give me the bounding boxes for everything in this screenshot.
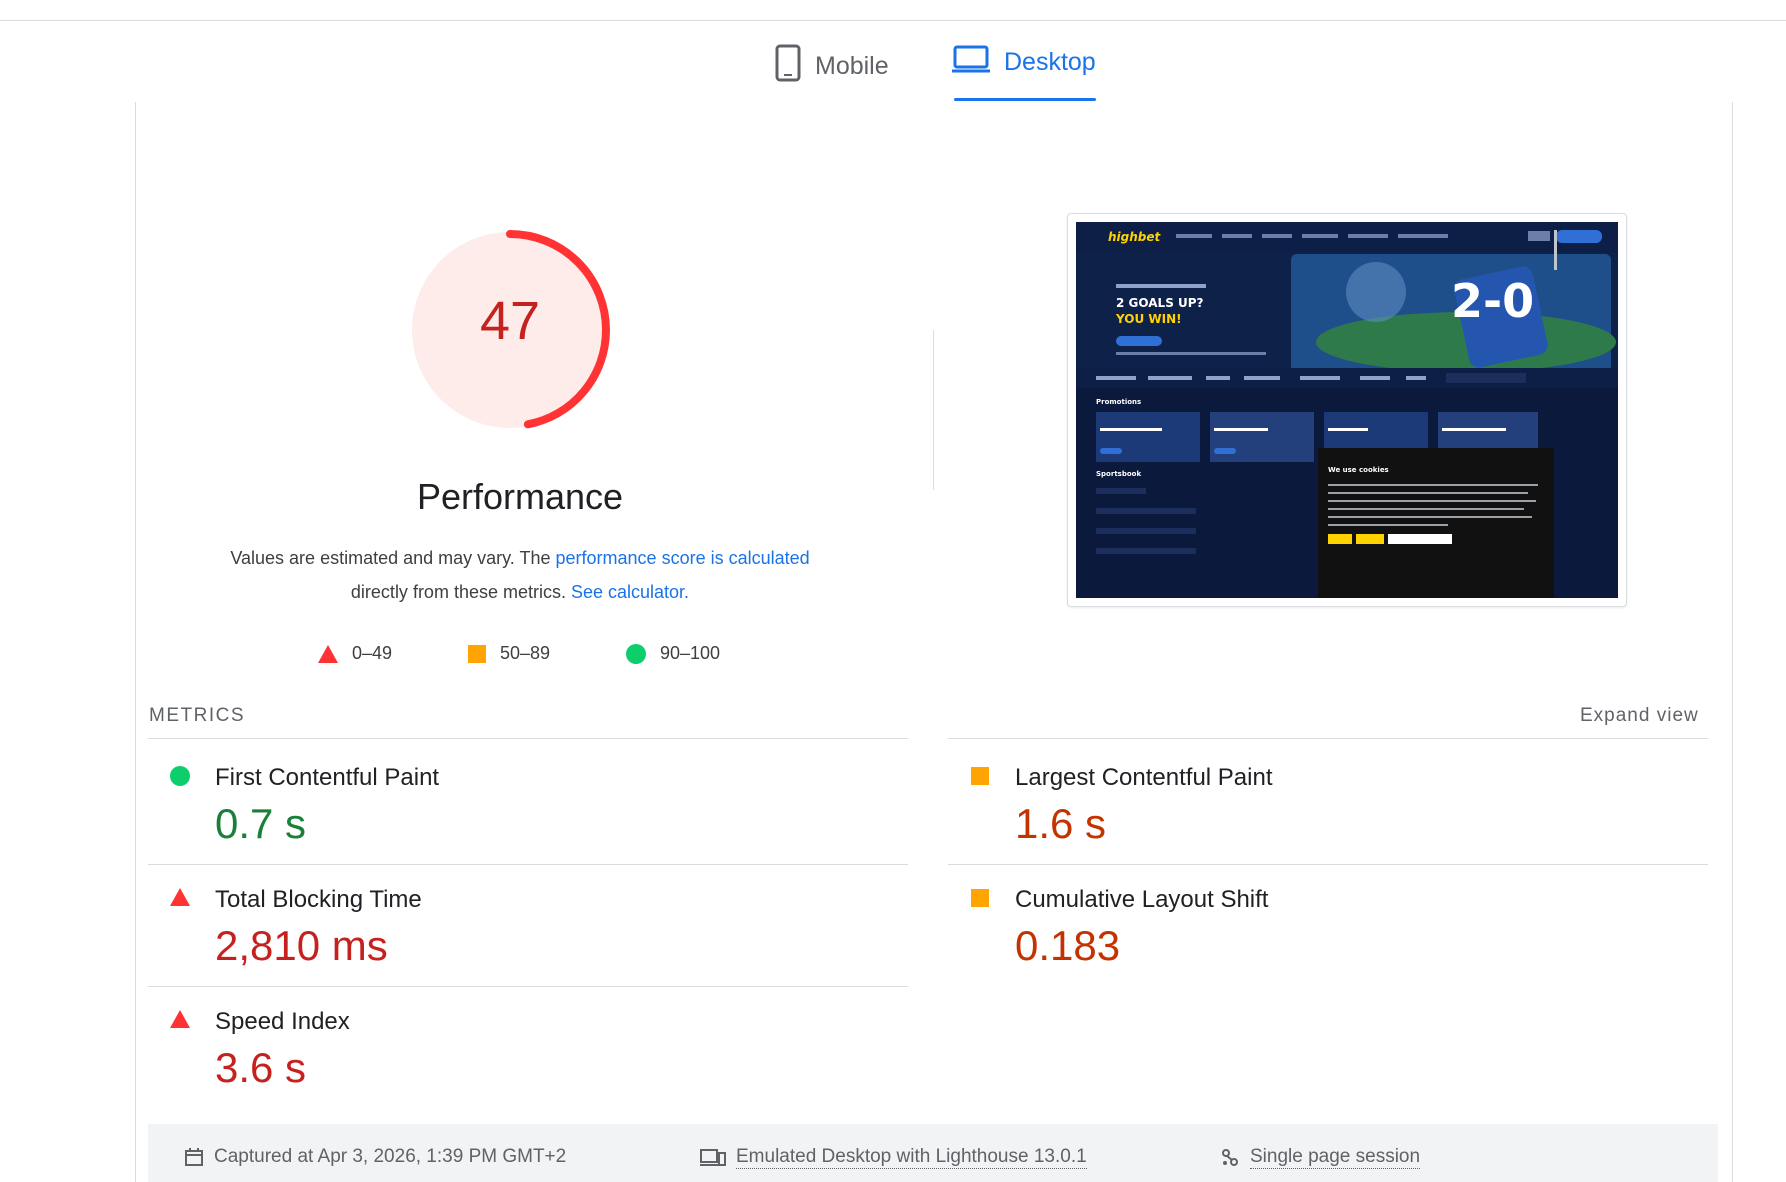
metric-value: 1.6 s (1015, 800, 1107, 847)
red-triangle-icon (170, 888, 190, 906)
red-triangle-icon (318, 644, 338, 663)
metric-first-contentful-paint: First Contentful Paint 0.7 s (148, 744, 888, 854)
final-screenshot-thumbnail: highbet 2-0 2 GOALS UP? YOU WIN! Promoti… (1067, 213, 1627, 607)
screenshot-sportsbook: Sportsbook (1096, 470, 1141, 478)
legend-range: 0–49 (352, 643, 393, 663)
performance-title: Performance (416, 476, 624, 517)
desc-mid: directly from these metrics. (350, 582, 571, 602)
metric-value: 0.7 s (215, 800, 307, 847)
screenshot-cookie-title: We use cookies (1328, 466, 1389, 474)
run-info-footer: Captured at Apr 3, 2026, 1:39 PM GMT+2 E… (148, 1124, 1718, 1182)
metrics-divider (148, 986, 908, 987)
captured-at-info: Captured at Apr 3, 2026, 1:39 PM GMT+2 (184, 1146, 566, 1168)
tab-desktop-label: Desktop (1004, 48, 1096, 76)
panel-left-border (135, 102, 136, 1182)
metric-value: 2,810 ms (215, 922, 388, 969)
screenshot-promotions: Promotions (1096, 398, 1141, 406)
legend-item-average: 50–89 (468, 643, 550, 664)
screenshot-headline1: 2 GOALS UP? (1116, 296, 1204, 310)
desktop-monitor-icon (952, 44, 990, 81)
screenshot-brand: highbet (1108, 230, 1162, 244)
calendar-icon (185, 1148, 203, 1166)
orange-square-icon (971, 889, 989, 907)
metrics-divider (148, 738, 908, 739)
emulated-device-text: Emulated Desktop with Lighthouse 13.0.1 (736, 1146, 1087, 1169)
metric-speed-index: Speed Index 3.6 s (148, 988, 888, 1098)
session-info[interactable]: Single page session (1220, 1146, 1421, 1169)
screenshot-headline2: YOU WIN! (1115, 312, 1182, 326)
metric-name: Total Blocking Time (215, 886, 422, 913)
mobile-phone-icon (775, 44, 801, 89)
tab-mobile[interactable]: Mobile (775, 44, 889, 89)
device-tabs: Mobile Desktop (0, 40, 1786, 104)
session-nodes-icon (1222, 1148, 1238, 1166)
performance-description: Values are estimated and may vary. The p… (180, 541, 860, 609)
metric-value: 3.6 s (215, 1044, 307, 1091)
metrics-divider (948, 738, 1708, 739)
session-text: Single page session (1250, 1146, 1421, 1169)
orange-square-icon (971, 767, 989, 785)
see-calculator-link[interactable]: See calculator. (571, 582, 689, 602)
top-divider (0, 20, 1786, 21)
legend-range: 50–89 (500, 643, 551, 663)
tab-mobile-label: Mobile (815, 52, 889, 80)
metric-value: 0.183 (1015, 922, 1121, 969)
captured-at-text: Captured at Apr 3, 2026, 1:39 PM GMT+2 (214, 1146, 567, 1167)
metric-name: First Contentful Paint (215, 764, 440, 791)
metric-largest-contentful-paint: Largest Contentful Paint 1.6 s (948, 744, 1688, 854)
panel-middle-divider (933, 330, 934, 490)
tab-desktop[interactable]: Desktop (952, 44, 1096, 81)
score-calculated-link[interactable]: performance score is calculated (556, 548, 810, 568)
metrics-divider (948, 864, 1708, 865)
desktop-device-icon (700, 1148, 726, 1166)
expand-view-toggle[interactable]: Expand view (1580, 705, 1699, 727)
performance-score: 47 (479, 291, 541, 351)
green-circle-icon (626, 643, 646, 664)
emulated-device-info[interactable]: Emulated Desktop with Lighthouse 13.0.1 (700, 1146, 1087, 1169)
metric-total-blocking-time: Total Blocking Time 2,810 ms (148, 866, 888, 976)
green-circle-icon (170, 766, 190, 786)
metrics-heading: METRICS (149, 705, 245, 726)
metric-cumulative-layout-shift: Cumulative Layout Shift 0.183 (948, 866, 1688, 976)
metric-name: Cumulative Layout Shift (1015, 886, 1269, 913)
legend-item-fail: 0–49 (318, 643, 392, 664)
red-triangle-icon (170, 1010, 190, 1028)
page-screenshot-image: highbet 2-0 2 GOALS UP? YOU WIN! Promoti… (1076, 222, 1618, 598)
panel-right-border (1732, 102, 1733, 1182)
legend-item-pass: 90–100 (626, 643, 720, 664)
active-tab-indicator (954, 98, 1096, 101)
legend-range: 90–100 (660, 643, 721, 663)
desc-prefix: Values are estimated and may vary. The (230, 548, 556, 568)
metric-name: Largest Contentful Paint (1015, 764, 1273, 791)
screenshot-big: 2-0 (1451, 274, 1534, 328)
metric-name: Speed Index (215, 1008, 350, 1035)
metrics-divider (148, 864, 908, 865)
orange-square-icon (468, 644, 486, 663)
